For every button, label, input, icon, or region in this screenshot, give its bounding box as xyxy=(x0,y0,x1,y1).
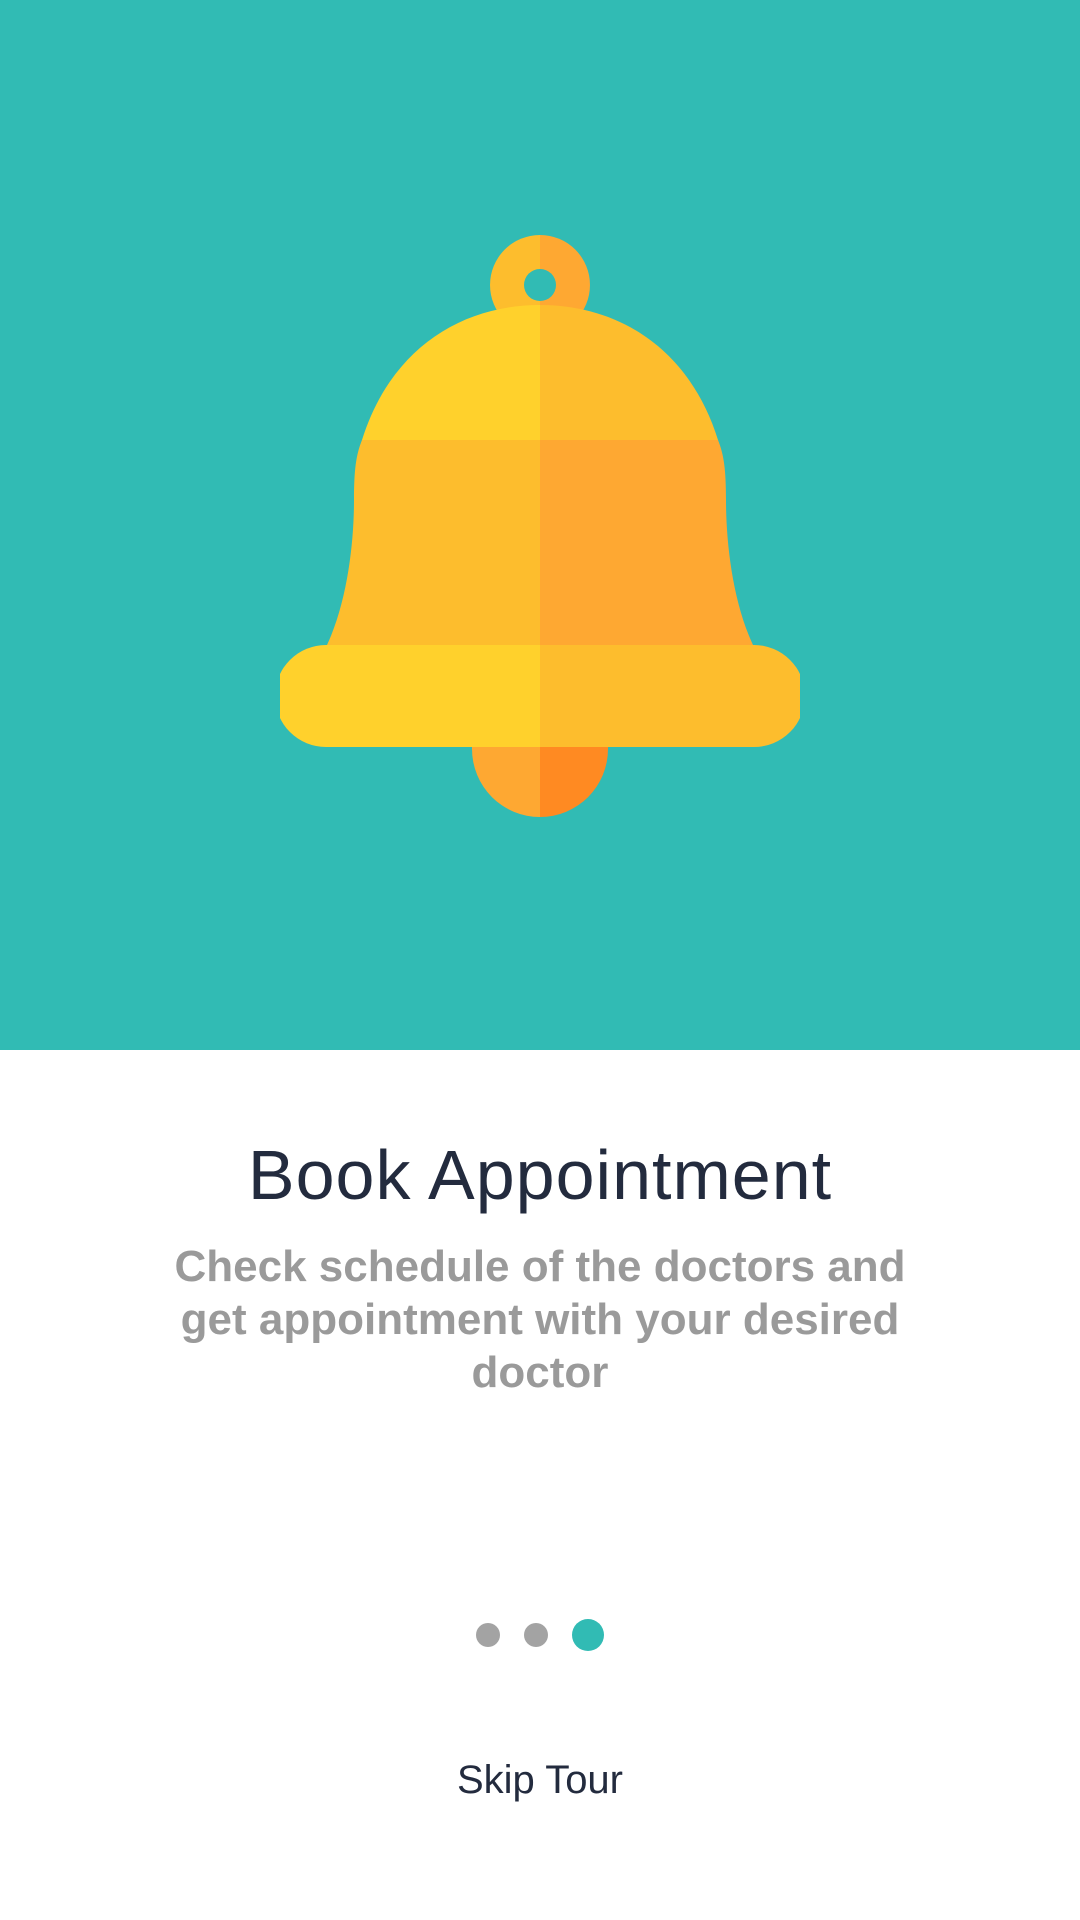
pagination-dot-3-active[interactable] xyxy=(572,1619,604,1651)
page-title: Book Appointment xyxy=(247,1136,833,1214)
bell-icon xyxy=(280,235,800,817)
pagination-dot-1[interactable] xyxy=(476,1623,500,1647)
pagination-dot-2[interactable] xyxy=(524,1623,548,1647)
page-description: Check schedule of the doctors and get ap… xyxy=(174,1242,906,1397)
pagination-dots xyxy=(0,1618,1080,1652)
skip-tour-button[interactable]: Skip Tour xyxy=(390,1750,690,1810)
hero-banner xyxy=(0,0,1080,1050)
